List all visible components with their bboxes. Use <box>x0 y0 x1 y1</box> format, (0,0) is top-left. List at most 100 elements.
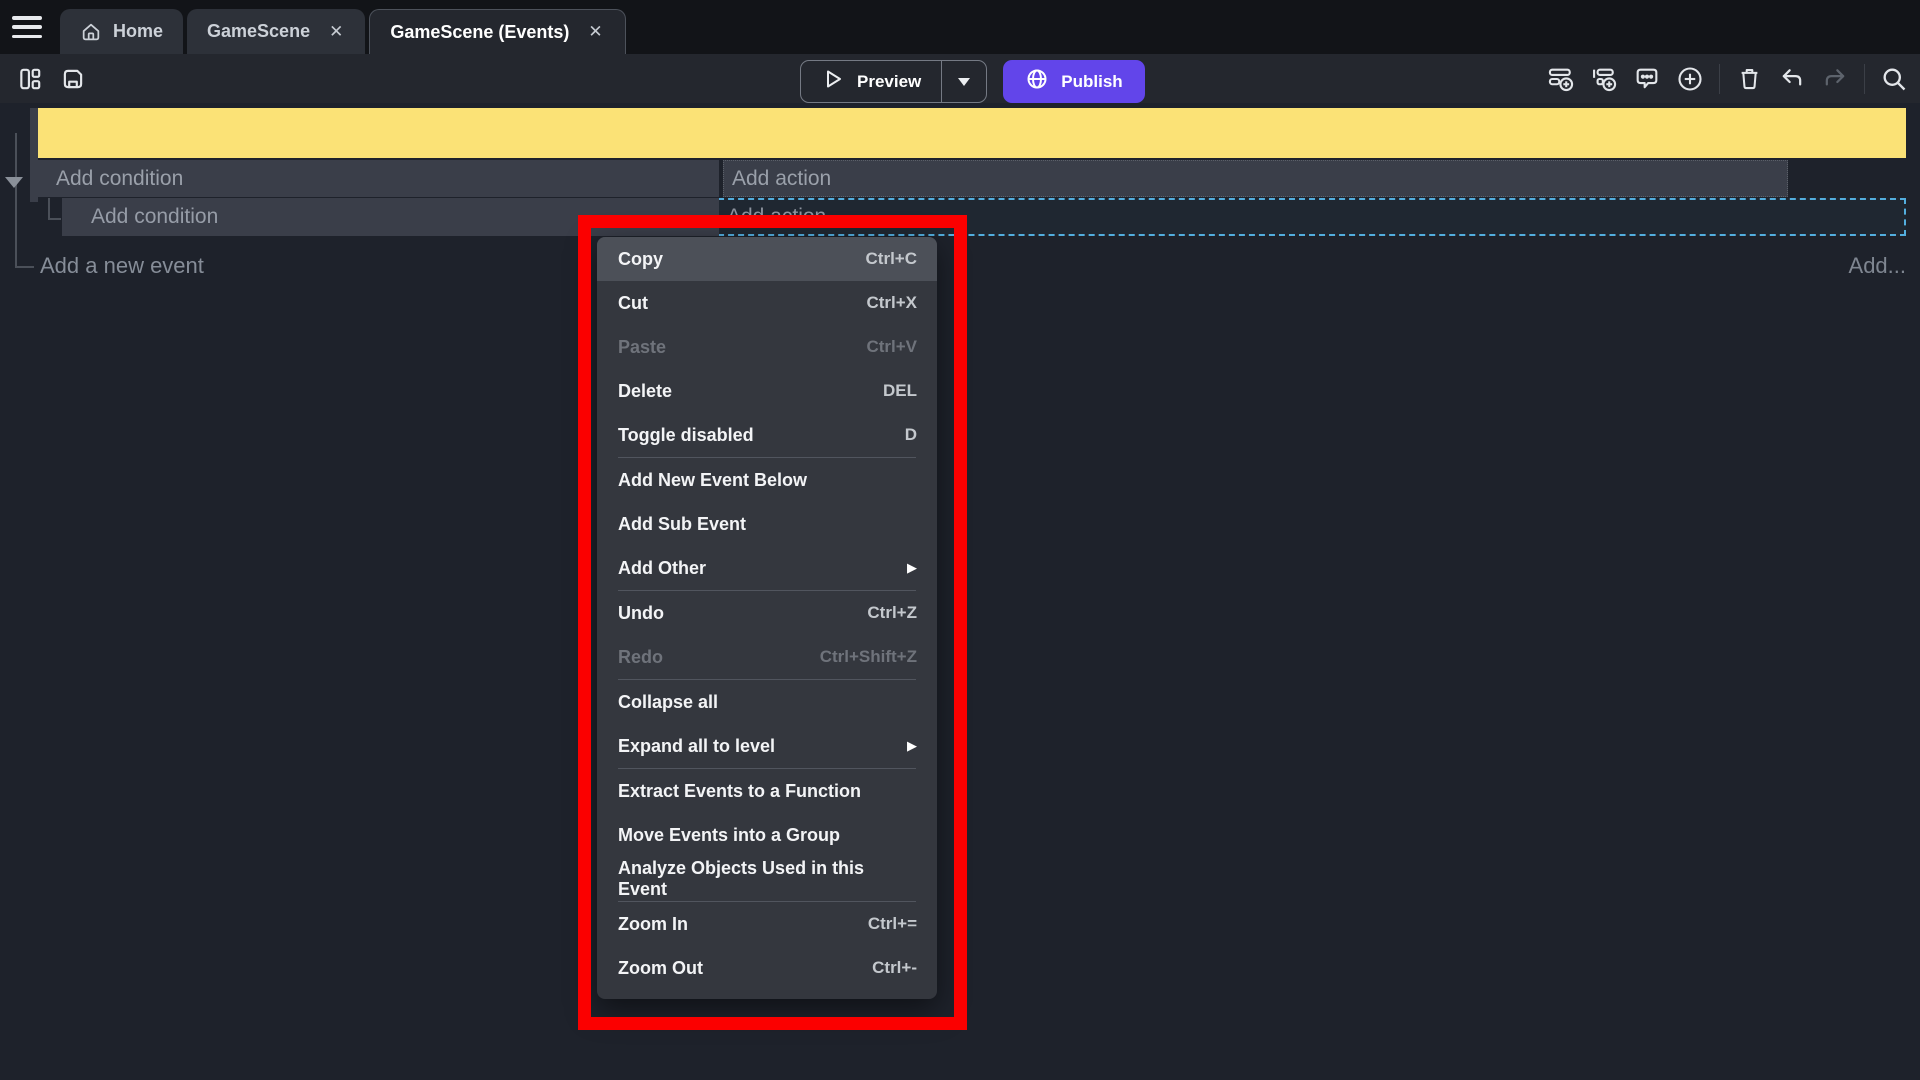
toolbar-left-group <box>16 54 87 103</box>
menu-item-label: Cut <box>618 293 648 314</box>
menu-item-label: Redo <box>618 647 663 668</box>
tab-label: GameScene <box>207 21 310 42</box>
menu-item-cut[interactable]: Cut Ctrl+X <box>597 281 937 325</box>
collapse-caret-icon[interactable] <box>5 177 23 188</box>
menu-item-label: Undo <box>618 603 664 624</box>
events-sheet: Add condition Add action Add condition A… <box>0 103 1920 1080</box>
tab-close-icon[interactable]: ✕ <box>586 20 604 44</box>
subevent-gutter[interactable] <box>62 198 77 236</box>
menu-item-delete[interactable]: Delete DEL <box>597 369 937 413</box>
menu-item-shortcut: DEL <box>883 381 917 401</box>
tab-bar: Home GameScene ✕ GameScene (Events) ✕ <box>0 0 1920 54</box>
add-circle-icon[interactable] <box>1676 65 1704 93</box>
chevron-down-icon <box>956 76 972 88</box>
menu-item-label: Extract Events to a Function <box>618 781 861 802</box>
menu-item-redo[interactable]: Redo Ctrl+Shift+Z <box>597 635 937 679</box>
menu-item-toggle-disabled[interactable]: Toggle disabled D <box>597 413 937 457</box>
add-action-cell[interactable]: Add action <box>723 160 1788 197</box>
home-icon <box>80 21 102 43</box>
menu-item-label: Toggle disabled <box>618 425 754 446</box>
main-menu-icon[interactable] <box>12 14 44 40</box>
tree-line <box>48 218 61 220</box>
submenu-arrow-icon: ▶ <box>907 738 917 754</box>
preview-button[interactable]: Preview <box>800 60 987 103</box>
undo-icon[interactable] <box>1778 65 1806 93</box>
toolbar-divider <box>1864 64 1865 94</box>
menu-item-add-new-event-below[interactable]: Add New Event Below <box>597 458 937 502</box>
context-menu: CopyCtrl+C Cut Ctrl+X Paste Ctrl+V Delete DEL T… <box>597 237 937 999</box>
add-condition-cell[interactable]: Add condition <box>38 160 719 197</box>
toolbar-divider <box>1719 64 1720 94</box>
redo-icon[interactable] <box>1821 65 1849 93</box>
menu-item-shortcut: D <box>905 425 917 445</box>
tab-strip: Home GameScene ✕ GameScene (Events) ✕ <box>60 9 626 54</box>
menu-item-shortcut: Ctrl+C <box>866 249 917 269</box>
gdevelop-window: Home GameScene ✕ GameScene (Events) ✕ Previe… <box>0 0 1920 1080</box>
menu-item-shortcut: Ctrl+Shift+Z <box>820 647 917 667</box>
event-gutter[interactable] <box>30 108 38 202</box>
add-event-icon[interactable] <box>1547 65 1575 93</box>
toolbar-center-group: Preview Publish <box>800 60 1145 103</box>
publish-button-label: Publish <box>1061 72 1122 92</box>
menu-item-add-other[interactable]: Add Other ▶ <box>597 546 937 590</box>
menu-item-shortcut: Ctrl+X <box>866 293 917 313</box>
menu-item-label: Analyze Objects Used in this Event <box>618 858 917 900</box>
menu-item-paste[interactable]: Paste Ctrl+V <box>597 325 937 369</box>
add-condition-label: Add condition <box>91 205 218 229</box>
menu-item-zoom-out[interactable]: Zoom Out Ctrl+- <box>597 946 937 990</box>
toolbar-right-group <box>1547 54 1908 103</box>
menu-item-label: Add New Event Below <box>618 470 807 491</box>
trash-icon[interactable] <box>1735 65 1763 93</box>
preview-button-label: Preview <box>857 72 921 92</box>
menu-item-extract-events-to-a-function[interactable]: Extract Events to a Function <box>597 769 937 813</box>
tab-gamescene-events[interactable]: GameScene (Events) ✕ <box>369 9 625 54</box>
preview-options-dropdown[interactable] <box>942 61 986 102</box>
search-icon[interactable] <box>1880 65 1908 93</box>
submenu-arrow-icon: ▶ <box>907 560 917 576</box>
tree-line <box>15 133 17 267</box>
tab-label: GameScene (Events) <box>390 22 569 43</box>
toolbar: Preview Publish <box>0 54 1920 103</box>
play-icon <box>821 67 845 96</box>
menu-item-label: Zoom Out <box>618 958 703 979</box>
tree-line <box>15 266 34 268</box>
comment-event-bar[interactable] <box>38 108 1906 158</box>
menu-item-label: Delete <box>618 381 672 402</box>
menu-item-zoom-in[interactable]: Zoom In Ctrl+= <box>597 902 937 946</box>
menu-item-label: Expand all to level <box>618 736 775 757</box>
menu-item-label: Add Other <box>618 558 706 579</box>
menu-item-label: Move Events into a Group <box>618 825 840 846</box>
add-action-label: Add action <box>732 167 831 191</box>
tab-label: Home <box>113 21 163 42</box>
add-new-event-button[interactable]: Add a new event <box>40 253 204 279</box>
menu-item-move-events-into-a-group[interactable]: Move Events into a Group <box>597 813 937 857</box>
menu-item-label: Collapse all <box>618 692 718 713</box>
add-subevent-icon[interactable] <box>1590 65 1618 93</box>
panels-icon[interactable] <box>16 65 44 93</box>
tab-home[interactable]: Home <box>60 9 183 54</box>
menu-item-shortcut: Ctrl+- <box>872 958 917 978</box>
tree-line <box>48 198 50 220</box>
add-action-cell-sub[interactable]: Add action <box>727 198 826 236</box>
add-condition-label: Add condition <box>56 167 183 191</box>
globe-icon <box>1025 67 1049 96</box>
menu-item-add-sub-event[interactable]: Add Sub Event <box>597 502 937 546</box>
add-condition-cell-sub[interactable]: Add condition <box>77 198 719 236</box>
menu-item-label: Add Sub Event <box>618 514 746 535</box>
menu-item-label: Zoom In <box>618 914 688 935</box>
add-action-label: Add action <box>727 205 826 229</box>
add-more-button[interactable]: Add... <box>1849 253 1906 279</box>
menu-item-shortcut: Ctrl+= <box>868 914 917 934</box>
publish-button[interactable]: Publish <box>1003 60 1144 103</box>
menu-item-label: Paste <box>618 337 666 358</box>
save-icon[interactable] <box>59 65 87 93</box>
add-comment-icon[interactable] <box>1633 65 1661 93</box>
menu-item-expand-all-to-level[interactable]: Expand all to level ▶ <box>597 724 937 768</box>
menu-item-copy[interactable]: CopyCtrl+C <box>597 237 937 281</box>
menu-item-collapse-all[interactable]: Collapse all <box>597 680 937 724</box>
menu-item-analyze-objects-used-in-this-event[interactable]: Analyze Objects Used in this Event <box>597 857 937 901</box>
menu-item-undo[interactable]: UndoCtrl+Z <box>597 591 937 635</box>
menu-item-shortcut: Ctrl+V <box>866 337 917 357</box>
tab-close-icon[interactable]: ✕ <box>327 20 345 44</box>
tab-gamescene[interactable]: GameScene ✕ <box>187 9 365 54</box>
